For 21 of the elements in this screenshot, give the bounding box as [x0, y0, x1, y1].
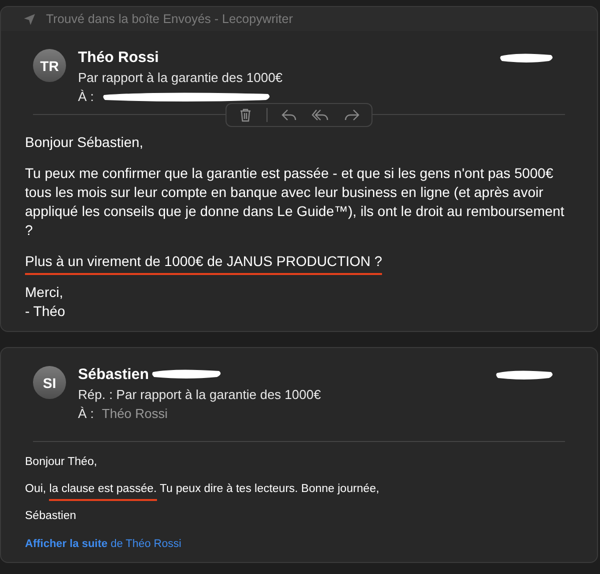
found-in-label: Trouvé dans la boîte Envoyés - Lecopywriter [46, 12, 293, 26]
recipient-name: Théo Rossi [102, 406, 168, 421]
trash-icon[interactable] [238, 108, 252, 122]
subject: Par rapport à la garantie des 1000€ [78, 70, 283, 85]
message-paragraph: Tu peux me confirmer que la garantie est passée - et que si les gens n'ont pas 5000€ tous les mois sur leur compte en banque avec leur business en ligne (et après avoir appliqué les conseils que je donne dans Le Guide™), ils ont le droit au remboursement ? [25, 164, 566, 240]
message-paragraph: Merci, - Théo [25, 283, 66, 321]
forward-icon[interactable] [344, 108, 360, 122]
show-more-link[interactable]: Afficher la suite de Théo Rossi [25, 538, 182, 550]
sender-name: Sébastien [78, 366, 149, 382]
paper-plane-icon [23, 12, 36, 26]
subject: Rép. : Par rapport à la garantie des 1000€ [78, 387, 321, 402]
message-paragraph: Bonjour Sébastien, [25, 133, 144, 152]
recipient-label: À : [78, 89, 94, 104]
reply-icon[interactable] [282, 108, 298, 122]
message-paragraph: Sébastien [25, 509, 78, 524]
message-paragraph: Bonjour Théo, [25, 455, 98, 470]
avatar: TR [33, 49, 66, 82]
reply-all-icon[interactable] [312, 108, 330, 122]
recipient-label: À : [78, 406, 94, 421]
sender-name: Théo Rossi [78, 48, 159, 66]
avatar: SI [33, 366, 66, 399]
